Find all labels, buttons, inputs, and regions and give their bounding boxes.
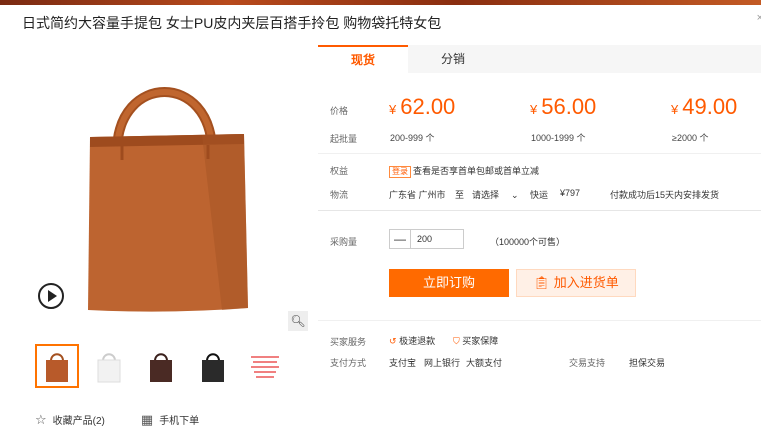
- thumbnail-strip: [35, 344, 287, 388]
- purchase-qty-label: 采购量: [330, 237, 358, 247]
- bottom-actions: ☆ 收藏产品(2) ▦ 手机下单: [35, 412, 199, 428]
- shipping-fee: ¥797: [560, 188, 581, 198]
- logistics-to: 至: [455, 190, 465, 200]
- price-tier-2: ¥56.00: [530, 94, 597, 119]
- product-title: 日式简约大容量手提包 女士PU皮内夹层百搭手拎包 购物袋托特女包: [22, 15, 442, 31]
- payment-online-bank: 网上银行: [424, 358, 461, 368]
- mobile-order-link[interactable]: ▦ 手机下单: [141, 412, 199, 428]
- payment-label: 支付方式: [330, 358, 367, 368]
- shipping-method: 快运: [530, 190, 549, 200]
- buyer-service-label: 买家服务: [330, 337, 367, 347]
- tier-2-range: 1000-1999 个: [531, 133, 586, 143]
- tab-distribution[interactable]: 分销: [408, 45, 498, 73]
- moq-label: 起批量: [330, 134, 358, 144]
- tier-3-range: ≥2000 个: [672, 133, 709, 143]
- tab-in-stock[interactable]: 现货: [318, 45, 408, 73]
- fast-refund: ↺ 极速退款: [389, 336, 436, 346]
- buyer-protection: ⛉ 买家保障: [453, 336, 499, 346]
- qr-code-icon: ▦: [140, 412, 154, 427]
- star-icon: ☆: [35, 412, 47, 427]
- trade-support-label: 交易支持: [569, 358, 606, 368]
- divider: [318, 210, 761, 211]
- price-tier-3: ¥49.00: [671, 94, 738, 119]
- logistics-label: 物流: [330, 190, 349, 200]
- top-decoration-strip: [0, 0, 761, 5]
- main-product-image[interactable]: [22, 42, 312, 332]
- refund-icon: ↺: [389, 336, 397, 346]
- zoom-icon[interactable]: 🔍︎: [288, 311, 308, 331]
- rights-label: 权益: [330, 166, 349, 176]
- destination-select[interactable]: 请选择 ⌄: [472, 188, 519, 201]
- price-tier-1: ¥62.00: [389, 94, 456, 119]
- login-badge[interactable]: 登录: [389, 166, 411, 178]
- shield-icon: ⛉: [453, 336, 460, 346]
- logistics-origin: 广东省 广州市: [389, 190, 446, 200]
- buy-now-button[interactable]: 立即订购: [389, 269, 509, 297]
- divider: [318, 153, 761, 154]
- price-label: 价格: [330, 106, 349, 116]
- clipboard-icon: 📋︎: [533, 275, 550, 290]
- divider: [318, 320, 761, 321]
- purchase-tabs: 现货 分销: [318, 45, 761, 73]
- quantity-input[interactable]: 200: [411, 230, 463, 248]
- thumbnail-darkbrown[interactable]: [139, 344, 183, 388]
- add-to-cart-button[interactable]: 📋︎ 加入进货单: [516, 269, 636, 297]
- rights-info: 登录 查看是否享首单包邮或首单立减: [389, 164, 539, 178]
- tier-1-range: 200-999 个: [390, 133, 435, 143]
- chevron-down-icon: ⌄: [511, 190, 519, 200]
- close-icon[interactable]: ×: [757, 12, 761, 24]
- payment-large: 大额支付: [466, 358, 503, 368]
- shipping-note: 付款成功后15天内安排发货: [610, 190, 720, 200]
- favorite-link[interactable]: ☆ 收藏产品(2): [35, 412, 105, 428]
- thumbnail-brown[interactable]: [35, 344, 79, 388]
- quantity-stepper: — 200: [389, 229, 464, 249]
- available-stock: （100000个可售）: [490, 237, 566, 247]
- trade-support-value: 担保交易: [629, 358, 666, 368]
- decrease-button[interactable]: —: [390, 230, 411, 248]
- thumbnail-white[interactable]: [87, 344, 131, 388]
- play-video-icon[interactable]: [38, 283, 64, 309]
- thumbnail-black[interactable]: [191, 344, 235, 388]
- payment-alipay: 支付宝: [389, 358, 417, 368]
- thumbnail-text-card[interactable]: [243, 344, 287, 388]
